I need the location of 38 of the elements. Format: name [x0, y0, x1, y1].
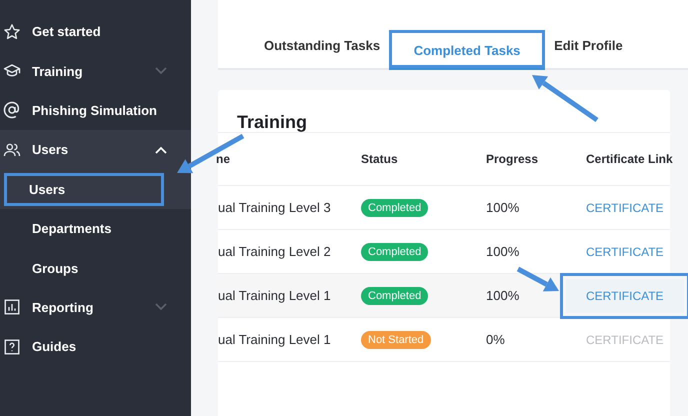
- sidebar-item[interactable]: Users: [32, 142, 144, 158]
- sidebar-subitem[interactable]: Departments: [0, 208, 112, 248]
- annotation-arrow: [532, 75, 598, 122]
- table-cell-text: 100%: [486, 200, 520, 215]
- chevron-down-icon[interactable]: [155, 67, 167, 76]
- table-cell-text: ual Training Level 1: [218, 288, 332, 303]
- users-icon: [3, 140, 21, 159]
- table-cell-text: ual Training Level 2: [218, 244, 332, 259]
- table-cell-text: 100%: [486, 288, 520, 303]
- star-icon: [3, 22, 21, 41]
- sidebar-item[interactable]: Reporting: [32, 300, 144, 315]
- column-header: Certificate Link: [586, 152, 670, 166]
- status-badge: Not Started: [361, 330, 431, 348]
- table-cell-text: 0%: [486, 332, 506, 347]
- column-header: Status: [361, 152, 399, 166]
- bar-chart-icon: [3, 298, 21, 316]
- sidebar-item[interactable]: Get started: [32, 24, 167, 40]
- tab[interactable]: Outstanding Tasks: [255, 26, 390, 68]
- status-badge: Completed: [361, 242, 428, 260]
- at-sign-icon: [3, 101, 21, 120]
- chevron-up-icon[interactable]: [155, 146, 167, 154]
- status-badge: Completed: [361, 198, 428, 216]
- table-cell-text: 100%: [486, 244, 520, 259]
- status-badge: Completed: [361, 286, 428, 304]
- chevron-down-icon[interactable]: [155, 303, 167, 312]
- tab[interactable]: Edit Profile: [545, 26, 632, 68]
- column-header: ne: [216, 152, 232, 166]
- sidebar-item[interactable]: Guides: [32, 339, 167, 354]
- sidebar-subitem[interactable]: Groups: [0, 248, 78, 288]
- sidebar-item[interactable]: Phishing Simulation: [32, 102, 167, 118]
- card-title: Training: [237, 111, 308, 132]
- column-header: Progress: [486, 152, 540, 166]
- table-cell-text: ual Training Level 3: [218, 200, 332, 215]
- help-icon: [3, 338, 21, 356]
- annotation-arrow: [177, 134, 244, 174]
- table-cell-text: ual Training Level 1: [218, 332, 332, 347]
- annotation-arrow: [516, 266, 559, 292]
- sidebar-item[interactable]: Training: [32, 64, 144, 79]
